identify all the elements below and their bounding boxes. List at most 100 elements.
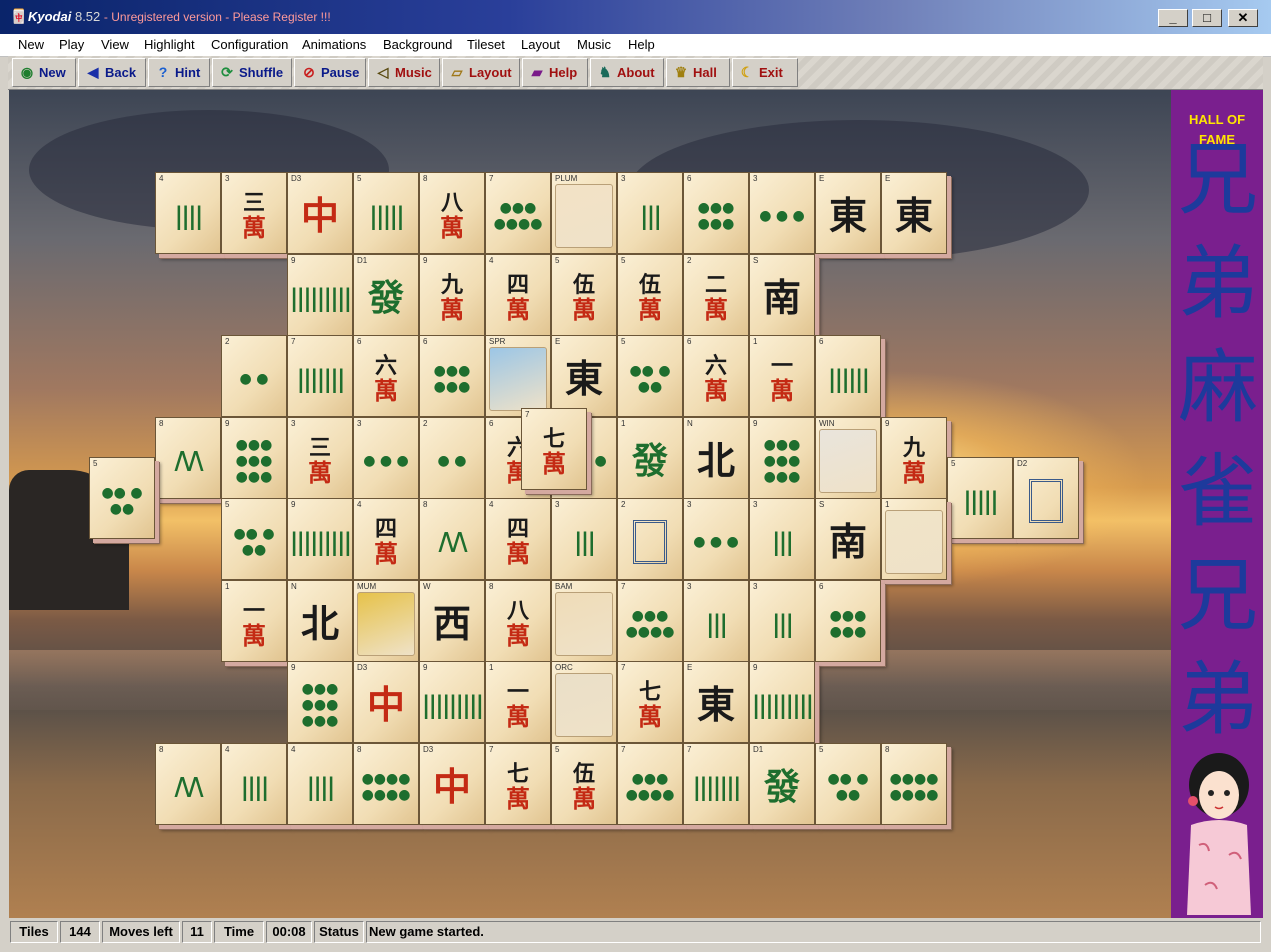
- mahjong-tile[interactable]: E東: [551, 335, 617, 417]
- mahjong-tile[interactable]: 6 ●●● ●●●: [419, 335, 485, 417]
- mahjong-tile[interactable]: 3三萬: [221, 172, 287, 254]
- mahjong-tile[interactable]: 1一萬: [485, 661, 551, 743]
- menu-tileset[interactable]: Tileset: [467, 37, 505, 52]
- mahjong-tile[interactable]: S南: [815, 498, 881, 580]
- mahjong-tile[interactable]: 1發: [617, 417, 683, 499]
- layout-button[interactable]: ▱ Layout: [442, 58, 520, 87]
- mahjong-tile[interactable]: WIN: [815, 417, 881, 499]
- mahjong-tile[interactable]: 9 ●●● ●●● ●●●: [221, 417, 287, 499]
- mahjong-tile[interactable]: 3三萬: [287, 417, 353, 499]
- mahjong-tile[interactable]: 7 ●●● ●●●●: [485, 172, 551, 254]
- mahjong-tile[interactable]: PLUM: [551, 172, 617, 254]
- mahjong-tile[interactable]: 2 ● ●: [221, 335, 287, 417]
- mahjong-tile[interactable]: 9 |||||||||: [287, 498, 353, 580]
- maximize-button[interactable]: □: [1192, 9, 1222, 27]
- mahjong-tile[interactable]: N北: [287, 580, 353, 662]
- mahjong-tile[interactable]: 5 ●● ● ●●: [89, 457, 155, 539]
- mahjong-tile[interactable]: 3 ● ● ●: [353, 417, 419, 499]
- minimize-button[interactable]: _: [1158, 9, 1188, 27]
- mahjong-tile[interactable]: W西: [419, 580, 485, 662]
- mahjong-tile[interactable]: BAM: [551, 580, 617, 662]
- mahjong-tile[interactable]: 8 ●●●● ●●●●: [353, 743, 419, 825]
- mahjong-tile[interactable]: 1: [881, 498, 947, 580]
- mahjong-tile[interactable]: E東: [683, 661, 749, 743]
- hall-of-fame-panel[interactable]: HALL OF FAME 兄弟麻雀兄弟: [1171, 90, 1263, 918]
- mahjong-tile[interactable]: 2: [617, 498, 683, 580]
- mahjong-tile[interactable]: 3 |||: [749, 498, 815, 580]
- mahjong-tile[interactable]: 9 |||||||||: [419, 661, 485, 743]
- mahjong-tile[interactable]: 2 ● ●: [419, 417, 485, 499]
- mahjong-tile[interactable]: 3 ● ● ●: [749, 172, 815, 254]
- menu-highlight[interactable]: Highlight: [144, 37, 195, 52]
- pause-button[interactable]: ⊘ Pause: [294, 58, 366, 87]
- menu-background[interactable]: Background: [383, 37, 452, 52]
- mahjong-tile[interactable]: 5 ●● ● ●●: [617, 335, 683, 417]
- mahjong-tile[interactable]: N北: [683, 417, 749, 499]
- exit-button[interactable]: ☾ Exit: [732, 58, 798, 87]
- mahjong-tile[interactable]: SPR: [485, 335, 551, 417]
- mahjong-tile[interactable]: 5 ●● ● ●●: [815, 743, 881, 825]
- mahjong-tile[interactable]: D3 中: [419, 743, 485, 825]
- mahjong-tile[interactable]: 6六萬: [353, 335, 419, 417]
- menu-new[interactable]: New: [18, 37, 44, 52]
- mahjong-tile[interactable]: 2二萬: [683, 254, 749, 336]
- menu-view[interactable]: View: [101, 37, 129, 52]
- mahjong-tile[interactable]: 5 |||||: [353, 172, 419, 254]
- mahjong-tile[interactable]: 8 /\/\: [155, 743, 221, 825]
- mahjong-tile[interactable]: 8 /\/\: [155, 417, 221, 499]
- mahjong-tile[interactable]: S南: [749, 254, 815, 336]
- music-button[interactable]: ◁ Music: [368, 58, 440, 87]
- mahjong-tile[interactable]: 3 |||: [683, 580, 749, 662]
- help-button[interactable]: ▰ Help: [522, 58, 588, 87]
- mahjong-tile[interactable]: 3 ● ● ●: [683, 498, 749, 580]
- mahjong-tile[interactable]: E東: [815, 172, 881, 254]
- mahjong-tile[interactable]: 9 |||||||||: [287, 254, 353, 336]
- mahjong-tile[interactable]: 3 |||: [749, 580, 815, 662]
- mahjong-tile[interactable]: 8 ●●●● ●●●●: [881, 743, 947, 825]
- mahjong-tile[interactable]: 8八萬: [485, 580, 551, 662]
- mahjong-tile[interactable]: 5 |||||: [947, 457, 1013, 539]
- mahjong-tile[interactable]: 9 |||||||||: [749, 661, 815, 743]
- mahjong-tile[interactable]: 1一萬: [221, 580, 287, 662]
- mahjong-tile[interactable]: 9 ●●● ●●● ●●●: [749, 417, 815, 499]
- mahjong-tile[interactable]: 5伍萬: [551, 254, 617, 336]
- menu-layout[interactable]: Layout: [521, 37, 560, 52]
- mahjong-tile[interactable]: 4 ||||: [287, 743, 353, 825]
- mahjong-tile[interactable]: 9九萬: [419, 254, 485, 336]
- mahjong-tile[interactable]: ORC: [551, 661, 617, 743]
- mahjong-tile[interactable]: 5 ●● ● ●●: [221, 498, 287, 580]
- mahjong-tile[interactable]: 1一萬: [749, 335, 815, 417]
- mahjong-tile[interactable]: 4四萬: [353, 498, 419, 580]
- kyodai-app-icon[interactable]: 🀄: [10, 8, 27, 24]
- mahjong-tile[interactable]: 8 /\/\: [419, 498, 485, 580]
- close-button[interactable]: ✕: [1228, 9, 1258, 27]
- mahjong-tile[interactable]: 9九萬: [881, 417, 947, 499]
- mahjong-tile[interactable]: 7 |||||||: [683, 743, 749, 825]
- mahjong-tile[interactable]: 4 ||||: [221, 743, 287, 825]
- mahjong-tile[interactable]: D2: [1013, 457, 1079, 539]
- new-button[interactable]: ◉ New: [12, 58, 76, 87]
- mahjong-tile[interactable]: 4四萬: [485, 254, 551, 336]
- mahjong-tile[interactable]: 3 |||: [617, 172, 683, 254]
- mahjong-tile[interactable]: 7七萬: [485, 743, 551, 825]
- mahjong-tile[interactable]: 6六萬: [683, 335, 749, 417]
- mahjong-tile[interactable]: 6 ●●● ●●●: [683, 172, 749, 254]
- mahjong-tile[interactable]: D1 發: [353, 254, 419, 336]
- mahjong-tile[interactable]: D1 發: [749, 743, 815, 825]
- mahjong-tile[interactable]: E東: [881, 172, 947, 254]
- mahjong-tile[interactable]: D3 中: [353, 661, 419, 743]
- mahjong-tile[interactable]: D3 中: [287, 172, 353, 254]
- mahjong-tile[interactable]: 6 ●●● ●●●: [815, 580, 881, 662]
- mahjong-tile[interactable]: 7七萬: [617, 661, 683, 743]
- mahjong-tile[interactable]: 5伍萬: [551, 743, 617, 825]
- menu-configuration[interactable]: Configuration: [211, 37, 288, 52]
- mahjong-tile[interactable]: MUM: [353, 580, 419, 662]
- hint-button[interactable]: ? Hint: [148, 58, 210, 87]
- mahjong-tile[interactable]: 6 ||||||: [815, 335, 881, 417]
- menu-help[interactable]: Help: [628, 37, 655, 52]
- mahjong-tile[interactable]: 4 ||||: [155, 172, 221, 254]
- mahjong-tile[interactable]: 3 |||: [551, 498, 617, 580]
- hall-button[interactable]: ♛ Hall: [666, 58, 730, 87]
- about-button[interactable]: ♞ About: [590, 58, 664, 87]
- menu-play[interactable]: Play: [59, 37, 84, 52]
